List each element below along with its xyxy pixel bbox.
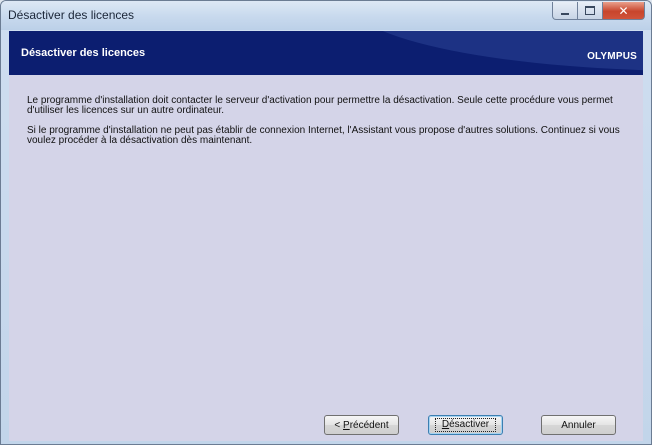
window-controls: ✕ [552, 2, 645, 20]
instruction-paragraph-2: Si le programme d'installation ne peut p… [27, 125, 620, 146]
wizard-content: Le programme d'installation doit contact… [9, 75, 643, 441]
previous-label-prefix: < [334, 419, 344, 431]
deactivate-label-rest: ésactiver [449, 419, 490, 430]
cancel-label: Annuler [561, 419, 596, 431]
deactivate-button[interactable]: Désactiver [428, 415, 503, 435]
deactivate-label: Désactiver [434, 418, 497, 432]
instruction-paragraph-1: Le programme d'installation doit contact… [27, 95, 613, 116]
window-title: Désactiver des licences [8, 8, 135, 22]
olympus-logo: OLYMPUS [587, 51, 637, 62]
minimize-icon [561, 12, 569, 15]
previous-label-rest: récédent [349, 419, 389, 431]
close-button[interactable]: ✕ [602, 2, 645, 20]
title-bar[interactable]: Désactiver des licences ✕ [1, 1, 651, 30]
minimize-button[interactable] [552, 2, 578, 20]
maximize-icon [585, 6, 595, 15]
wizard-header: Désactiver des licences OLYMPUS [9, 31, 643, 75]
installer-window: Désactiver des licences ✕ Désactiver des… [0, 0, 652, 445]
previous-button[interactable]: < Précédent [324, 415, 399, 435]
previous-label-mnemonic: P [343, 419, 350, 431]
maximize-button[interactable] [577, 2, 603, 20]
cancel-button[interactable]: Annuler [541, 415, 616, 435]
close-icon: ✕ [618, 3, 629, 18]
header-title: Désactiver des licences [21, 47, 146, 59]
previous-label: < Précédent [334, 420, 388, 431]
